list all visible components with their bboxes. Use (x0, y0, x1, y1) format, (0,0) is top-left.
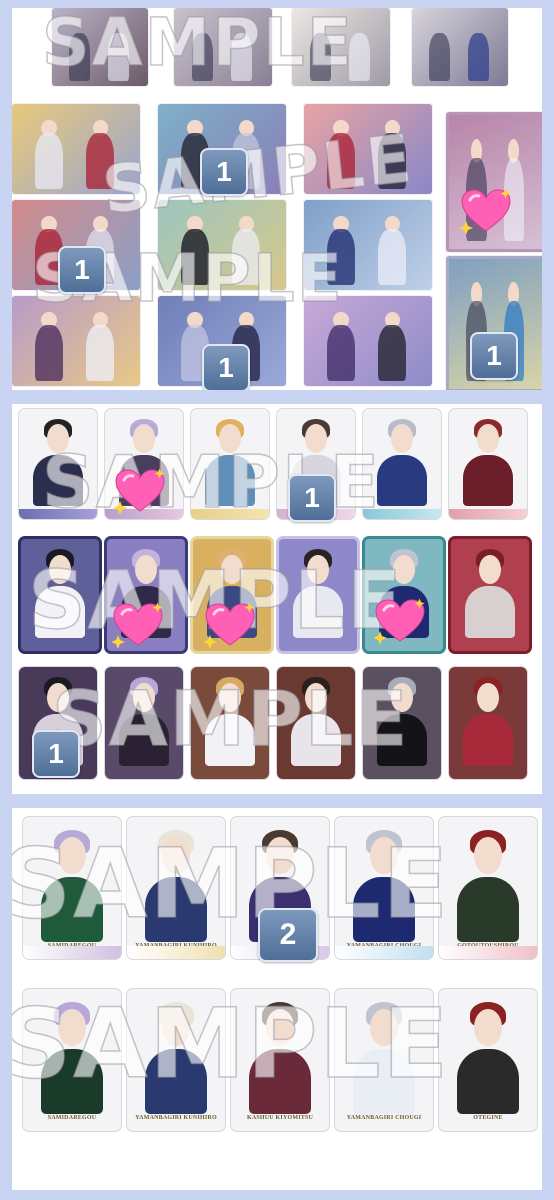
character-card[interactable] (448, 536, 532, 654)
card-name-label: YAMANBAGIRI KUNIHIRO (135, 1115, 217, 1121)
character-card[interactable] (190, 408, 270, 520)
sparkling-heart-icon (374, 598, 425, 644)
character-card[interactable] (104, 666, 184, 780)
photo-thumbnail[interactable] (12, 104, 140, 194)
photo-thumbnail[interactable] (174, 8, 272, 86)
sparkling-heart-icon (460, 188, 511, 234)
photo-thumbnail[interactable] (304, 104, 432, 194)
character-card[interactable] (190, 666, 270, 780)
character-card[interactable] (276, 536, 360, 654)
photo-thumbnail[interactable] (158, 200, 286, 290)
count-badge: 1 (200, 148, 248, 196)
card-set-panel-2: 1 1 SAMPLE SAMPLE SAMPLE (12, 404, 542, 794)
character-card[interactable]: OTEGINE (438, 988, 538, 1132)
character-card[interactable]: KASHUU KIYOMITSU (230, 988, 330, 1132)
photo-thumbnail[interactable] (52, 8, 148, 86)
card-name-label: SAMIDAREGOU (47, 1115, 97, 1121)
character-card[interactable] (362, 408, 442, 520)
character-card[interactable]: SAMIDAREGOU (22, 816, 122, 960)
sparkling-heart-icon (114, 468, 165, 514)
character-card[interactable] (18, 536, 102, 654)
character-card[interactable]: YAMANBAGIRI KUNIHIRO (126, 988, 226, 1132)
card-name-label: OTEGINE (473, 1115, 503, 1121)
count-badge: 1 (470, 332, 518, 380)
card-name-label: KASHUU KIYOMITSU (246, 1115, 314, 1121)
photo-thumbnail[interactable] (292, 8, 390, 86)
character-card[interactable] (362, 666, 442, 780)
character-card[interactable] (18, 408, 98, 520)
count-badge: 1 (202, 344, 250, 390)
count-badge: 1 (32, 730, 80, 778)
character-card[interactable]: YAMANBAGIRI CHOUGI (334, 988, 434, 1132)
character-card[interactable]: YAMANBAGIRI KUNIHIRO (126, 816, 226, 960)
photo-thumbnail[interactable] (12, 296, 140, 386)
count-badge: 1 (58, 246, 106, 294)
count-badge: 1 (288, 474, 336, 522)
card-set-panel-3: SAMIDAREGOU YAMANBAGIRI KUNIHIRO YAMANBA… (12, 808, 542, 1190)
character-card[interactable]: GOTOUTOUSHIROU (438, 816, 538, 960)
character-card[interactable] (448, 666, 528, 780)
photo-thumbnail[interactable] (304, 296, 432, 386)
character-card[interactable]: SAMIDAREGOU (22, 988, 122, 1132)
photo-thumbnail[interactable] (304, 200, 432, 290)
sparkling-heart-icon (112, 602, 163, 648)
sparkling-heart-icon (204, 602, 255, 648)
character-card[interactable]: YAMANBAGIRI CHOUGI (334, 816, 434, 960)
character-card[interactable] (448, 408, 528, 520)
photo-thumbnail[interactable] (412, 8, 508, 86)
character-card[interactable] (276, 666, 356, 780)
count-badge: 2 (258, 908, 318, 962)
photo-set-panel-1: 1 1 1 1 1 SAMPLE SAMPLE SAMPLE (12, 8, 542, 390)
card-name-label: YAMANBAGIRI CHOUGI (346, 1115, 422, 1121)
